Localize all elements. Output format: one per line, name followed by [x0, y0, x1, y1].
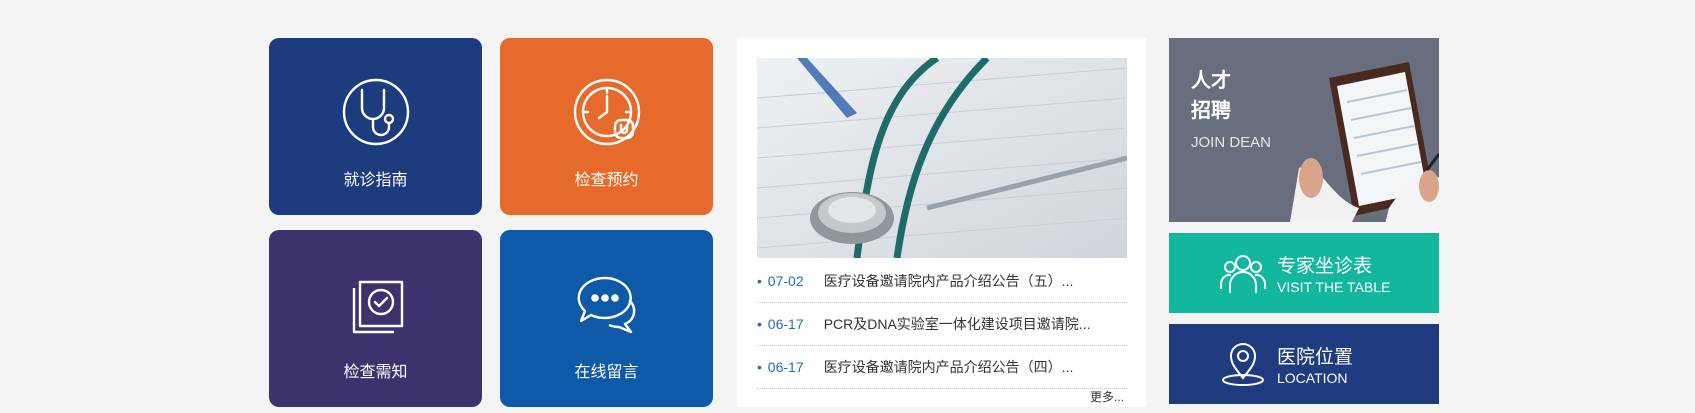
tile-label: 检查预约: [574, 172, 639, 189]
news-date: 06-17: [767, 316, 804, 332]
news-photo[interactable]: [757, 58, 1127, 258]
news-date: 06-17: [767, 359, 804, 375]
bullet-icon: •: [757, 273, 762, 289]
map-pin-icon: [1222, 343, 1264, 386]
clock-stethoscope-icon: [573, 78, 640, 146]
clipboard-illustration: [1290, 62, 1439, 222]
news-date: 07-02: [767, 273, 804, 289]
news-item[interactable]: • 06-17 医疗设备邀请院内产品介绍公告（四）...: [757, 346, 1127, 389]
news-title[interactable]: PCR及DNA实验室一体化建设项目邀请院...: [824, 316, 1091, 332]
news-title[interactable]: 医疗设备邀请院内产品介绍公告（五）...: [824, 273, 1074, 289]
news-item[interactable]: • 06-17 PCR及DNA实验室一体化建设项目邀请院...: [757, 303, 1127, 346]
document-check-icon: [352, 280, 403, 334]
bullet-icon: •: [757, 316, 762, 332]
bullet-icon: •: [757, 359, 762, 375]
news-item[interactable]: • 07-02 医疗设备邀请院内产品介绍公告（五）...: [757, 260, 1127, 303]
tile-label: 在线留言: [574, 364, 639, 381]
location-subtitle: LOCATION: [1277, 370, 1348, 386]
news-title[interactable]: 医疗设备邀请院内产品介绍公告（四）...: [824, 359, 1074, 375]
tile-exam-booking[interactable]: 检查预约: [500, 38, 713, 215]
chat-bubbles-icon: [577, 276, 635, 334]
hospital-location-button[interactable]: 医院位置 LOCATION: [1169, 324, 1439, 404]
tile-label: 就诊指南: [343, 172, 408, 189]
tile-label: 检查需知: [343, 364, 408, 381]
tile-visit-guide[interactable]: 就诊指南: [269, 38, 482, 215]
recruitment-title-line1: 人才: [1191, 70, 1231, 92]
tile-online-message[interactable]: 在线留言: [500, 230, 713, 407]
more-link[interactable]: 更多...: [1090, 388, 1124, 405]
news-panel: • 07-02 医疗设备邀请院内产品介绍公告（五）... • 06-17 PCR…: [737, 38, 1146, 407]
expert-schedule-button[interactable]: 专家坐诊表 VISIT THE TABLE: [1169, 233, 1439, 313]
tile-exam-notice[interactable]: 检查需知: [269, 230, 482, 407]
people-icon: [1219, 255, 1267, 293]
recruitment-title-line2: 招聘: [1191, 100, 1231, 122]
recruitment-subtitle: JOIN DEAN: [1191, 134, 1272, 151]
schedule-title: 专家坐诊表: [1277, 256, 1373, 277]
schedule-subtitle: VISIT THE TABLE: [1277, 279, 1391, 295]
location-title: 医院位置: [1277, 347, 1354, 368]
stethoscope-icon: [342, 78, 409, 146]
recruitment-banner[interactable]: 人才 招聘 JOIN DEAN: [1169, 38, 1439, 222]
